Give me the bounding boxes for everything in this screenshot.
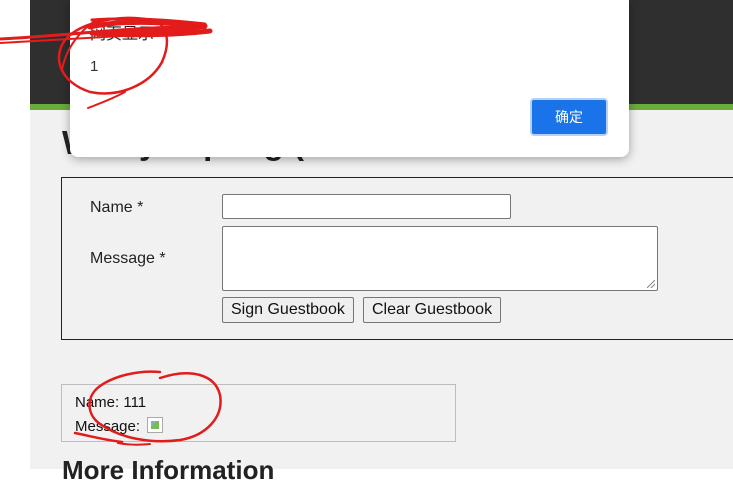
section-heading: More Information: [62, 455, 275, 485]
message-label: Message *: [90, 250, 166, 267]
name-input[interactable]: [222, 194, 511, 219]
guestbook-entry: Name: 111 Message:: [61, 384, 456, 442]
ok-button[interactable]: 确定: [530, 98, 608, 136]
guestbook-form: Name * Message * Sign Guestbook Clear Gu…: [61, 177, 733, 340]
broken-image-icon: [147, 417, 164, 433]
page-margin: [0, 0, 30, 469]
name-label: Name *: [90, 199, 144, 216]
entry-message-label: Message:: [75, 418, 141, 435]
sign-guestbook-button[interactable]: Sign Guestbook: [222, 297, 354, 323]
dialog-message: 1: [90, 58, 99, 75]
resize-handle-icon[interactable]: [647, 280, 655, 288]
clear-guestbook-button[interactable]: Clear Guestbook: [363, 297, 502, 323]
dialog-title: 网页显示: [90, 26, 155, 43]
entry-name: Name: 111: [75, 394, 147, 411]
entry-message-row: Message:: [75, 417, 164, 435]
message-textarea[interactable]: [222, 226, 658, 291]
alert-dialog: 网页显示 1 确定: [70, 0, 629, 157]
